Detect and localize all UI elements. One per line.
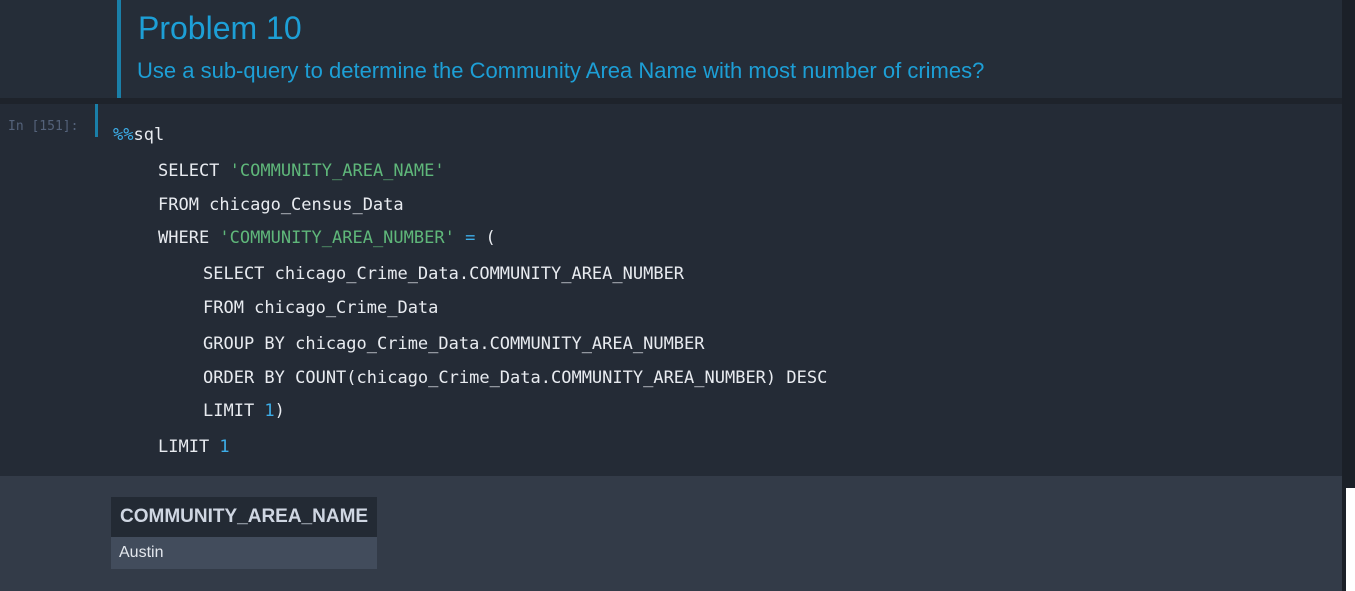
sql-keyword: WHERE <box>158 228 220 248</box>
code-line: FROM chicago_Crime_Data <box>203 298 439 318</box>
sql-number: 1 <box>264 401 275 421</box>
sql-operator: = <box>454 228 486 248</box>
result-table: COMMUNITY_AREA_NAME Austin <box>111 497 378 569</box>
sql-string: 'COMMUNITY_AREA_NUMBER' <box>219 228 455 248</box>
sql-keyword: SELECT <box>158 161 230 181</box>
code-line: SELECT 'COMMUNITY_AREA_NAME' <box>158 161 445 181</box>
sql-keyword: LIMIT <box>158 437 220 457</box>
code-line: SELECT chicago_Crime_Data.COMMUNITY_AREA… <box>203 264 685 284</box>
code-line: LIMIT 1 <box>158 437 230 457</box>
code-line: FROM chicago_Census_Data <box>158 195 404 215</box>
notebook-page: Problem 10 Use a sub-query to determine … <box>0 0 1355 591</box>
sql-keyword: LIMIT <box>203 401 265 421</box>
page-edge <box>1346 488 1355 591</box>
input-prompt: In [151]: <box>8 119 79 134</box>
cell-selection-bar <box>95 104 98 137</box>
sql-paren: ( <box>485 228 496 248</box>
table-row: Austin <box>111 537 378 569</box>
sql-number: 1 <box>219 437 230 457</box>
code-editor[interactable]: %%sql SELECT 'COMMUNITY_AREA_NAME' FROM … <box>113 104 1342 476</box>
magic-prefix: %% <box>113 125 134 145</box>
cell-selection-bar <box>117 0 121 98</box>
output-area: COMMUNITY_AREA_NAME Austin <box>0 476 1342 591</box>
table-cell: Austin <box>111 537 378 569</box>
sql-paren: ) <box>274 401 285 421</box>
problem-description: Use a sub-query to determine the Communi… <box>137 58 985 83</box>
code-line: GROUP BY chicago_Crime_Data.COMMUNITY_AR… <box>203 334 705 354</box>
code-cell[interactable]: In [151]: %%sql SELECT 'COMMUNITY_AREA_N… <box>0 104 1342 476</box>
column-header: COMMUNITY_AREA_NAME <box>111 497 378 537</box>
code-line: WHERE 'COMMUNITY_AREA_NUMBER' = ( <box>158 228 496 248</box>
code-line: ORDER BY COUNT(chicago_Crime_Data.COMMUN… <box>203 368 828 388</box>
sql-string: 'COMMUNITY_AREA_NAME' <box>229 161 445 181</box>
code-line: LIMIT 1) <box>203 401 285 421</box>
markdown-cell[interactable]: Problem 10 Use a sub-query to determine … <box>0 0 1342 98</box>
table-header-row: COMMUNITY_AREA_NAME <box>111 497 378 537</box>
problem-title: Problem 10 <box>138 10 302 46</box>
code-line: %%sql <box>113 125 164 145</box>
magic-command: sql <box>133 125 165 145</box>
